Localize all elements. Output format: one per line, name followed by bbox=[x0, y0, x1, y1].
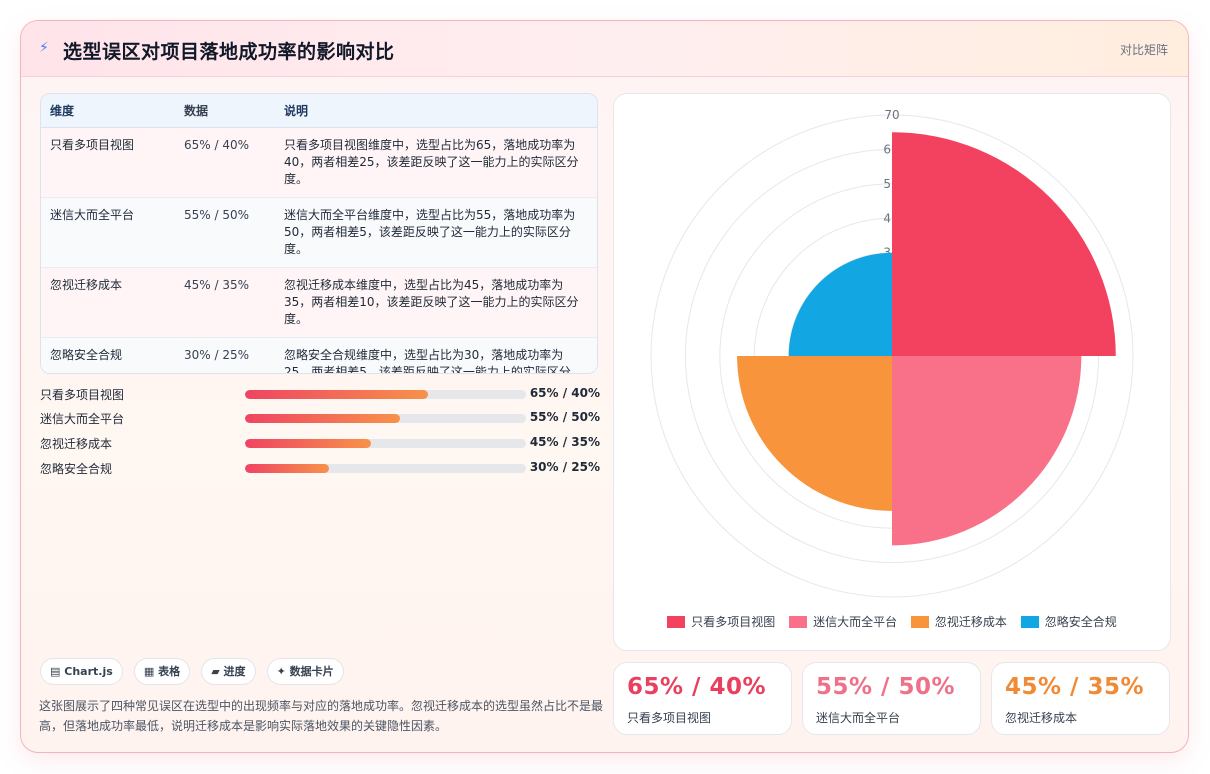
sparkle-icon: ✦ bbox=[276, 665, 286, 678]
progress-row: 忽视迁移成本 45% / 35% bbox=[40, 435, 600, 451]
legend-label: 只看多项目视图 bbox=[691, 615, 776, 629]
progress-row: 迷信大而全平台 55% / 50% bbox=[40, 410, 600, 426]
table-header-row: 维度 数据 说明 bbox=[41, 94, 597, 128]
legend-label: 忽略安全合规 bbox=[1044, 615, 1117, 629]
stat-value: 65% / 40% bbox=[627, 674, 767, 700]
lightning-icon: ⚡ bbox=[39, 40, 49, 56]
progress-value: 55% / 50% bbox=[529, 410, 600, 424]
legend-swatch bbox=[910, 616, 929, 628]
legend-swatch bbox=[789, 616, 808, 628]
legend-swatch bbox=[667, 616, 686, 628]
stat-card: 65% / 40% 只看多项目视图 bbox=[613, 662, 792, 735]
pill-label: 数据卡片 bbox=[289, 665, 334, 678]
column-header: 维度 bbox=[41, 94, 175, 128]
chart-card: 3 4 5 6 70 只看多项目视图 迷信大而全平台 忽视迁移成本 忽略安全合规 bbox=[613, 93, 1171, 651]
cell-dimension: 忽略安全合规 bbox=[50, 347, 123, 362]
table-row: 迷信大而全平台 55% / 50% 迷信大而全平台维度中，选型占比为55，落地成… bbox=[41, 197, 597, 268]
progress-label: 忽视迁移成本 bbox=[40, 437, 113, 451]
table-icon: ▦ bbox=[143, 665, 155, 678]
pill-table[interactable]: ▦ 表格 bbox=[133, 658, 191, 685]
legend-label: 迷信大而全平台 bbox=[813, 615, 898, 629]
progress-row: 只看多项目视图 65% / 40% bbox=[40, 386, 600, 402]
pill-label: 表格 bbox=[158, 665, 181, 678]
stat-value: 45% / 35% bbox=[1005, 674, 1145, 700]
summary-text: 这张图展示了四种常见误区在选型中的出现频率与对应的落地成功率。忽视迁移成本的选型… bbox=[39, 699, 604, 733]
cell-data: 55% / 50% bbox=[175, 197, 275, 268]
progress-track bbox=[245, 439, 526, 448]
progress-fill bbox=[245, 414, 400, 423]
legend-item[interactable]: 忽视迁移成本 bbox=[910, 613, 1007, 630]
stat-value: 55% / 50% bbox=[816, 674, 956, 700]
table-row: 忽略安全合规 30% / 25% 忽略安全合规维度中，选型占比为30，落地成功率… bbox=[41, 337, 597, 374]
stat-label: 忽视迁移成本 bbox=[1005, 711, 1078, 725]
tick-label: 70 bbox=[884, 108, 899, 122]
progress-fill bbox=[245, 390, 428, 399]
legend-label: 忽视迁移成本 bbox=[934, 615, 1007, 629]
legend-item[interactable]: 忽略安全合规 bbox=[1020, 613, 1117, 630]
legend-item[interactable]: 只看多项目视图 bbox=[667, 613, 775, 630]
polar-area-chart: 345670 bbox=[650, 108, 1134, 598]
progress-value: 65% / 40% bbox=[529, 386, 600, 400]
table-row: 忽视迁移成本 45% / 35% 忽视迁移成本维度中，选型占比为45，落地成功率… bbox=[41, 267, 597, 338]
tick-label: 4 bbox=[883, 211, 891, 225]
chart-legend: 只看多项目视图 迷信大而全平台 忽视迁移成本 忽略安全合规 bbox=[614, 613, 1170, 630]
cell-description: 迷信大而全平台维度中，选型占比为55，落地成功率为50，两者相差5，该差距反映了… bbox=[275, 197, 597, 268]
polar-wedge[interactable] bbox=[737, 356, 892, 511]
chart-icon: ▤ bbox=[50, 665, 61, 678]
pill-progress[interactable]: ▰ 进度 bbox=[201, 658, 256, 685]
pill-label: Chart.js bbox=[64, 665, 113, 678]
stat-card: 45% / 35% 忽视迁移成本 bbox=[991, 662, 1170, 735]
legend-item[interactable]: 迷信大而全平台 bbox=[789, 613, 897, 630]
page-title: 选型误区对项目落地成功率的影响对比 bbox=[63, 41, 395, 63]
progress-track bbox=[245, 464, 526, 473]
pill-label: 进度 bbox=[223, 665, 246, 678]
feature-pills: ▤ Chart.js ▦ 表格 ▰ 进度 ✦ 数据卡片 bbox=[40, 658, 350, 686]
cell-data: 45% / 35% bbox=[175, 267, 275, 338]
progress-track bbox=[245, 414, 526, 423]
progress-fill bbox=[245, 439, 372, 448]
tick-label: 5 bbox=[883, 177, 891, 191]
column-header: 说明 bbox=[275, 94, 597, 128]
progress-icon: ▰ bbox=[211, 665, 220, 678]
header-bar: ⚡ 选型误区对项目落地成功率的影响对比 对比矩阵 bbox=[21, 21, 1188, 77]
progress-row: 忽略安全合规 30% / 25% bbox=[40, 460, 600, 476]
cell-data: 65% / 40% bbox=[175, 127, 275, 198]
table-row: 只看多项目视图 65% / 40% 只看多项目视图维度中，选型占比为65，落地成… bbox=[41, 127, 597, 198]
cell-description: 忽略安全合规维度中，选型占比为30，落地成功率为25，两者相差5，该差距反映了这… bbox=[284, 347, 571, 374]
progress-label: 忽略安全合规 bbox=[40, 462, 113, 476]
cell-dimension: 迷信大而全平台 bbox=[41, 197, 175, 268]
data-table: 维度 数据 说明 只看多项目视图 65% / 40% 只看多项目视图维度中，选型… bbox=[40, 93, 598, 374]
legend-swatch bbox=[1020, 616, 1039, 628]
progress-label: 迷信大而全平台 bbox=[40, 412, 125, 426]
progress-fill bbox=[245, 464, 330, 473]
cell-dimension: 只看多项目视图 bbox=[41, 127, 175, 198]
cell-data: 30% / 25% bbox=[184, 347, 250, 362]
tick-label: 6 bbox=[883, 142, 891, 156]
progress-value: 45% / 35% bbox=[529, 435, 600, 449]
stat-card: 55% / 50% 迷信大而全平台 bbox=[802, 662, 981, 735]
stat-label: 只看多项目视图 bbox=[627, 711, 712, 725]
pill-data-cards[interactable]: ✦ 数据卡片 bbox=[266, 658, 344, 685]
main-card: ⚡ 选型误区对项目落地成功率的影响对比 对比矩阵 维度 数据 说明 只看多项目视… bbox=[20, 20, 1189, 753]
header-badge: 对比矩阵 bbox=[1119, 43, 1168, 57]
cell-dimension: 忽视迁移成本 bbox=[41, 267, 175, 338]
column-header: 数据 bbox=[175, 94, 275, 128]
cell-description: 忽视迁移成本维度中，选型占比为45，落地成功率为35，两者相差10，该差距反映了… bbox=[275, 267, 597, 338]
progress-track bbox=[245, 390, 526, 399]
cell-description: 只看多项目视图维度中，选型占比为65，落地成功率为40，两者相差25，该差距反映… bbox=[275, 127, 597, 198]
progress-label: 只看多项目视图 bbox=[40, 388, 125, 402]
stat-label: 迷信大而全平台 bbox=[816, 711, 901, 725]
polar-wedge[interactable] bbox=[788, 252, 892, 356]
polar-wedge[interactable] bbox=[892, 132, 1116, 356]
polar-wedge[interactable] bbox=[892, 356, 1082, 546]
progress-value: 30% / 25% bbox=[529, 460, 600, 474]
pill-chartjs[interactable]: ▤ Chart.js bbox=[40, 658, 123, 685]
